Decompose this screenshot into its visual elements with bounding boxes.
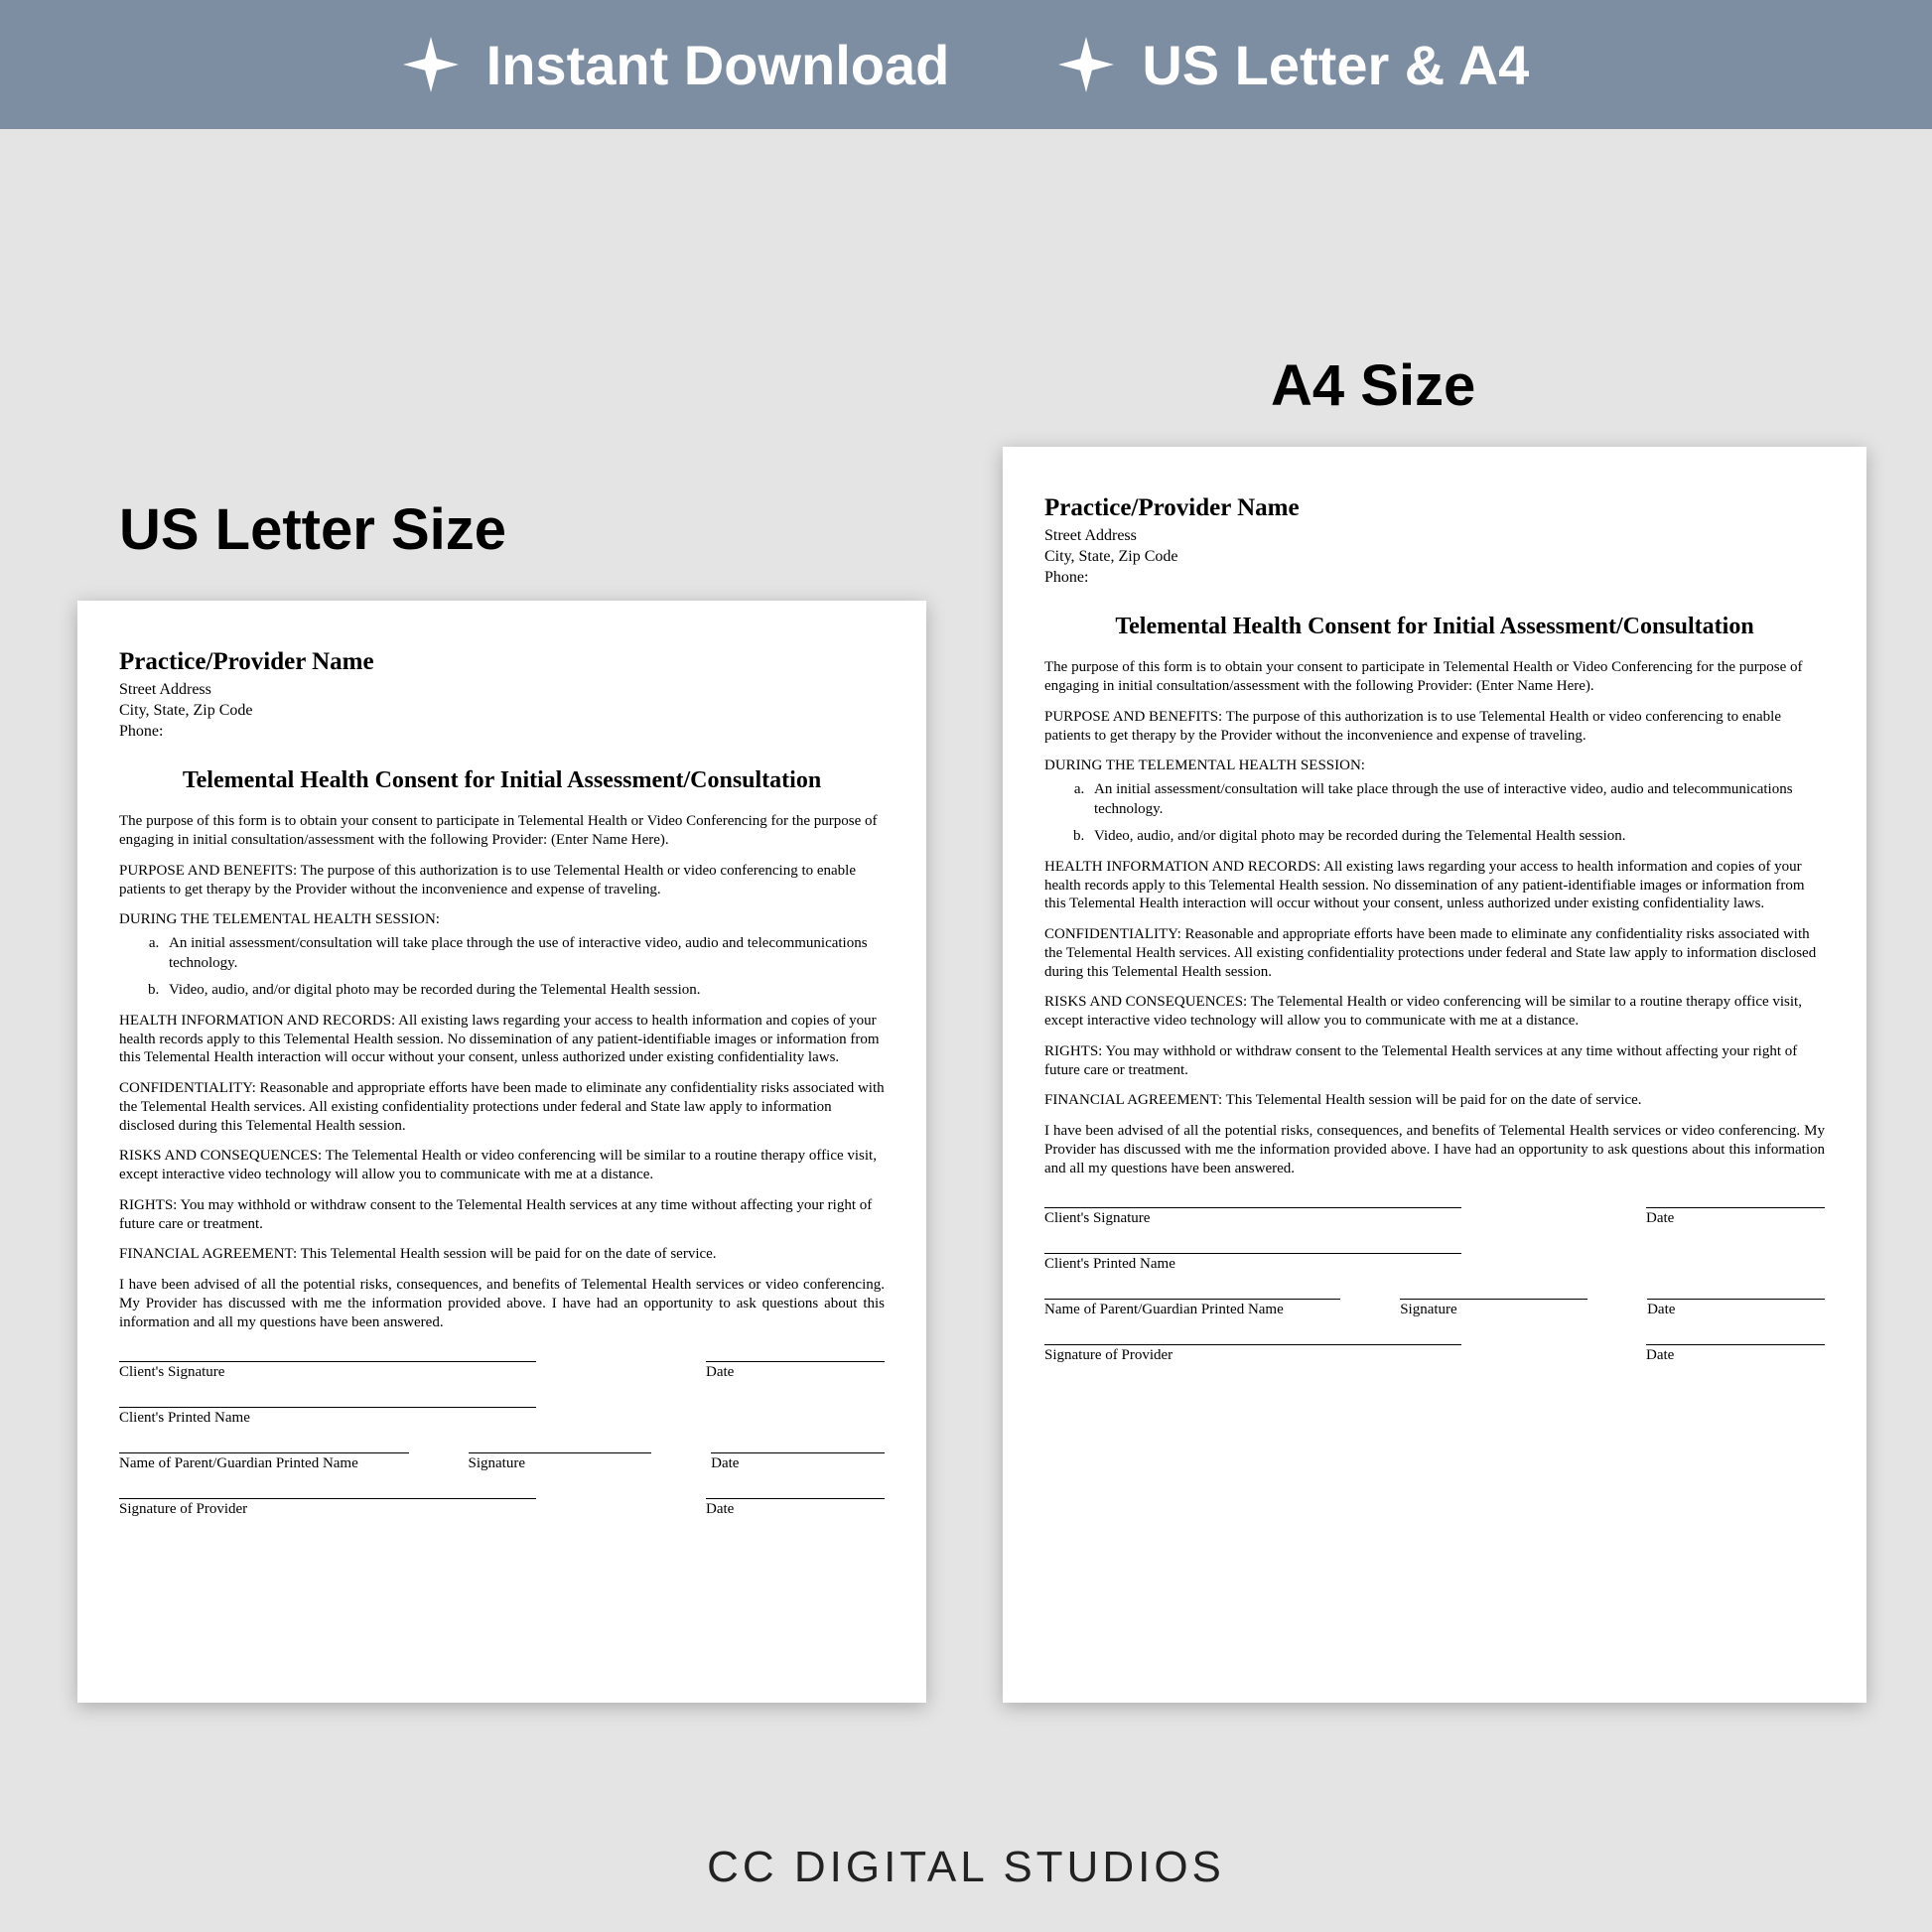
address-line2: City, State, Zip Code	[119, 701, 885, 722]
during-label: DURING THE TELEMENTAL HEALTH SESSION:	[119, 910, 885, 929]
rights-paragraph: RIGHTS: You may withhold or withdraw con…	[1044, 1042, 1825, 1080]
session-list: An initial assessment/consultation will …	[1088, 779, 1825, 846]
provider-name: Practice/Provider Name	[1044, 494, 1825, 522]
sig-guardian-signature: Signature	[1400, 1299, 1587, 1318]
sparkle-icon	[1058, 37, 1114, 92]
document-title: Telemental Health Consent for Initial As…	[119, 767, 885, 794]
intro-paragraph: The purpose of this form is to obtain yo…	[1044, 658, 1825, 696]
sig-guardian-name: Name of Parent/Guardian Printed Name	[119, 1452, 409, 1472]
document-preview-usletter: Practice/Provider Name Street Address Ci…	[77, 601, 926, 1703]
banner-text-download: Instant Download	[486, 33, 950, 97]
sig-date-3: Date	[1646, 1344, 1825, 1364]
sig-client-signature: Client's Signature	[1044, 1207, 1461, 1227]
address-phone: Phone:	[1044, 568, 1825, 589]
sig-guardian-name: Name of Parent/Guardian Printed Name	[1044, 1299, 1340, 1318]
sig-provider: Signature of Provider	[119, 1498, 536, 1518]
session-item-a: An initial assessment/consultation will …	[1088, 779, 1825, 820]
sig-date-3: Date	[706, 1498, 885, 1518]
address-line1: Street Address	[119, 680, 885, 701]
feature-banner: Instant Download US Letter & A4	[0, 0, 1932, 129]
sig-date-1: Date	[1646, 1207, 1825, 1227]
sig-client-printed: Client's Printed Name	[1044, 1253, 1461, 1273]
session-item-b: Video, audio, and/or digital photo may b…	[163, 980, 885, 1000]
label-usletter-size: US Letter Size	[119, 496, 506, 563]
sig-guardian-signature: Signature	[469, 1452, 652, 1472]
sig-client-printed: Client's Printed Name	[119, 1407, 536, 1427]
signature-area: Client's Signature Date Client's Printed…	[119, 1361, 885, 1518]
risks-paragraph: RISKS AND CONSEQUENCES: The Telemental H…	[1044, 993, 1825, 1031]
signature-area: Client's Signature Date Client's Printed…	[1044, 1207, 1825, 1364]
confidentiality-paragraph: CONFIDENTIALITY: Reasonable and appropri…	[1044, 925, 1825, 981]
label-a4-size: A4 Size	[1271, 352, 1475, 419]
rights-paragraph: RIGHTS: You may withhold or withdraw con…	[119, 1196, 885, 1234]
address-line2: City, State, Zip Code	[1044, 547, 1825, 568]
content-area: US Letter Size A4 Size Practice/Provider…	[0, 129, 1932, 1817]
provider-name: Practice/Provider Name	[119, 648, 885, 676]
session-list: An initial assessment/consultation will …	[163, 933, 885, 1000]
banner-text-sizes: US Letter & A4	[1142, 33, 1529, 97]
address-phone: Phone:	[119, 722, 885, 743]
advised-paragraph: I have been advised of all the potential…	[119, 1276, 885, 1331]
financial-paragraph: FINANCIAL AGREEMENT: This Telemental Hea…	[1044, 1091, 1825, 1110]
banner-item-download: Instant Download	[403, 33, 950, 97]
risks-paragraph: RISKS AND CONSEQUENCES: The Telemental H…	[119, 1147, 885, 1184]
financial-paragraph: FINANCIAL AGREEMENT: This Telemental Hea…	[119, 1245, 885, 1264]
health-paragraph: HEALTH INFORMATION AND RECORDS: All exis…	[119, 1012, 885, 1067]
during-label: DURING THE TELEMENTAL HEALTH SESSION:	[1044, 757, 1825, 775]
address-line1: Street Address	[1044, 526, 1825, 547]
sig-client-signature: Client's Signature	[119, 1361, 536, 1381]
session-item-b: Video, audio, and/or digital photo may b…	[1088, 826, 1825, 846]
sig-date-2: Date	[1647, 1299, 1825, 1318]
session-item-a: An initial assessment/consultation will …	[163, 933, 885, 974]
brand-footer: CC DIGITAL STUDIOS	[0, 1843, 1932, 1892]
purpose-paragraph: PURPOSE AND BENEFITS: The purpose of thi…	[119, 862, 885, 899]
intro-paragraph: The purpose of this form is to obtain yo…	[119, 812, 885, 850]
confidentiality-paragraph: CONFIDENTIALITY: Reasonable and appropri…	[119, 1079, 885, 1135]
sig-provider: Signature of Provider	[1044, 1344, 1461, 1364]
banner-item-sizes: US Letter & A4	[1058, 33, 1529, 97]
document-title: Telemental Health Consent for Initial As…	[1044, 614, 1825, 640]
document-preview-a4: Practice/Provider Name Street Address Ci…	[1003, 447, 1866, 1703]
sig-date-2: Date	[711, 1452, 885, 1472]
health-paragraph: HEALTH INFORMATION AND RECORDS: All exis…	[1044, 858, 1825, 913]
sig-date-1: Date	[706, 1361, 885, 1381]
sparkle-icon	[403, 37, 459, 92]
purpose-paragraph: PURPOSE AND BENEFITS: The purpose of thi…	[1044, 708, 1825, 746]
advised-paragraph: I have been advised of all the potential…	[1044, 1122, 1825, 1177]
